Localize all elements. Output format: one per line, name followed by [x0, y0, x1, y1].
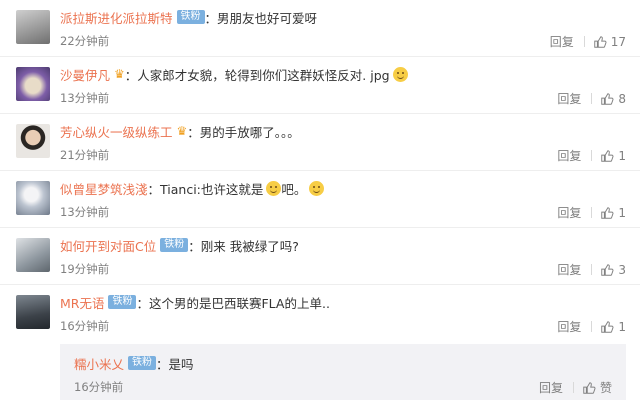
timestamp: 21分钟前 — [60, 148, 110, 162]
comment-item: 沙曼伊凡 ♛ ：人家郎才女貌，轮得到你们这群妖怪反对. jpg 13分钟前 回复… — [0, 57, 640, 114]
comment-actions: 回复 赞 — [539, 379, 612, 396]
comment-actions: 回复 1 — [557, 204, 626, 221]
comment-item: 似曾星梦筑浅淺 ：Tianci:也许这就是 吧。 13分钟前 回复 1 — [0, 171, 640, 228]
nested-reply: 糯小米乂 铁粉 ：是吗 16分钟前 回复 赞 — [60, 344, 626, 400]
timestamp: 16分钟前 — [60, 319, 110, 333]
reply-button[interactable]: 回复 — [557, 318, 581, 335]
like-button[interactable]: 1 — [600, 206, 626, 220]
reply-button[interactable]: 回复 — [557, 261, 581, 278]
doge-emoji-icon — [392, 66, 408, 82]
divider — [583, 36, 585, 47]
avatar[interactable] — [16, 295, 50, 329]
thumbs-up-icon — [593, 35, 607, 48]
comment-line: 似曾星梦筑浅淺 ：Tianci:也许这就是 吧。 — [60, 178, 325, 198]
like-label: 赞 — [599, 381, 612, 395]
comment-actions: 回复 3 — [557, 261, 626, 278]
thumbs-up-icon — [601, 320, 614, 333]
vip-crown-icon: ♛ — [176, 124, 188, 138]
comment-item: 派拉斯进化派拉斯特 铁粉 ：男朋友也好可爱呀 22分钟前 回复 17 — [0, 0, 640, 57]
like-count: 1 — [618, 319, 626, 334]
reply-button[interactable]: 回复 — [557, 90, 581, 107]
comment-line: 派拉斯进化派拉斯特 铁粉 ：男朋友也好可爱呀 — [60, 7, 317, 27]
timestamp: 13分钟前 — [60, 91, 110, 105]
comment-item: 如何开到对面C位 铁粉 ：刚来 我被绿了吗? 19分钟前 回复 3 — [0, 228, 640, 285]
like-count: 17 — [610, 34, 626, 49]
comment-line: 糯小米乂 铁粉 ：是吗 — [74, 353, 194, 373]
divider — [572, 382, 574, 393]
username[interactable]: 派拉斯进化派拉斯特 — [60, 8, 173, 27]
divider — [591, 207, 593, 218]
username[interactable]: 似曾星梦筑浅淺 — [60, 179, 148, 198]
avatar[interactable] — [16, 10, 50, 44]
thumbs-up-icon — [601, 206, 614, 219]
comment-text: ：人家郎才女貌，轮得到你们这群妖怪反对. jpg — [124, 67, 390, 83]
divider — [591, 93, 593, 104]
username[interactable]: MR无语 — [60, 293, 104, 312]
like-button[interactable]: 17 — [593, 35, 626, 49]
comment-text-part-1: ：Tianci:也许这就是 — [147, 181, 264, 197]
comment-line: 如何开到对面C位 铁粉 ：刚来 我被绿了吗? — [60, 235, 299, 255]
like-button[interactable]: 赞 — [582, 379, 612, 396]
thumbs-up-icon — [601, 149, 614, 162]
comment-text: ：这个男的是巴西联赛FLA的上单.. — [136, 295, 330, 311]
reply-button[interactable]: 回复 — [557, 204, 581, 221]
username[interactable]: 芳心纵火一级纵练工 — [60, 122, 173, 141]
vip-crown-icon: ♛ — [114, 67, 125, 81]
fan-badge: 铁粉 — [160, 238, 189, 252]
like-button[interactable]: 8 — [600, 92, 626, 106]
avatar[interactable] — [16, 238, 50, 272]
emoji-icon — [266, 180, 282, 196]
comment-actions: 回复 17 — [550, 33, 626, 50]
like-button[interactable]: 1 — [600, 320, 626, 334]
thumbs-up-icon — [601, 92, 614, 105]
fan-badge: 铁粉 — [128, 356, 157, 370]
divider — [591, 264, 593, 275]
comment-line: MR无语 铁粉 ：这个男的是巴西联赛FLA的上单.. — [60, 292, 330, 312]
comment-item: 芳心纵火一级纵练工 ♛ ：男的手放哪了。。。 21分钟前 回复 1 — [0, 114, 640, 171]
comment-line: 沙曼伊凡 ♛ ：人家郎才女貌，轮得到你们这群妖怪反对. jpg — [60, 64, 408, 84]
comment-line: 芳心纵火一级纵练工 ♛ ：男的手放哪了。。。 — [60, 121, 300, 141]
like-count: 8 — [618, 91, 626, 106]
avatar[interactable] — [16, 124, 50, 158]
reply-button[interactable]: 回复 — [550, 33, 574, 50]
like-count: 1 — [618, 205, 626, 220]
reply-button[interactable]: 回复 — [539, 379, 563, 396]
like-count: 3 — [618, 262, 626, 277]
smile-emoji-icon — [309, 180, 325, 196]
divider — [591, 321, 593, 332]
comment-text: ：是吗 — [156, 356, 194, 372]
timestamp: 22分钟前 — [60, 34, 110, 48]
avatar[interactable] — [16, 181, 50, 215]
comment-actions: 回复 1 — [557, 318, 626, 335]
fan-badge: 铁粉 — [176, 10, 205, 24]
reply-button[interactable]: 回复 — [557, 147, 581, 164]
comment-text: ：男朋友也好可爱呀 — [204, 10, 318, 26]
comment-text: ：男的手放哪了。。。 — [187, 124, 300, 140]
comment-actions: 回复 1 — [557, 147, 626, 164]
timestamp: 16分钟前 — [74, 380, 124, 394]
username[interactable]: 如何开到对面C位 — [60, 236, 156, 255]
timestamp: 19分钟前 — [60, 262, 110, 276]
comment-actions: 回复 8 — [557, 90, 626, 107]
username[interactable]: 糯小米乂 — [74, 354, 124, 373]
like-button[interactable]: 3 — [600, 263, 626, 277]
avatar[interactable] — [16, 67, 50, 101]
fan-badge: 铁粉 — [108, 295, 137, 309]
thumbs-up-icon — [583, 381, 596, 394]
divider — [591, 150, 593, 161]
username[interactable]: 沙曼伊凡 — [60, 65, 110, 84]
thumbs-up-icon — [601, 263, 614, 276]
like-button[interactable]: 1 — [600, 149, 626, 163]
timestamp: 13分钟前 — [60, 205, 110, 219]
comment-text-part-2: 吧。 — [281, 181, 307, 197]
like-count: 1 — [618, 148, 626, 163]
comment-text: ：刚来 我被绿了吗? — [188, 238, 299, 254]
